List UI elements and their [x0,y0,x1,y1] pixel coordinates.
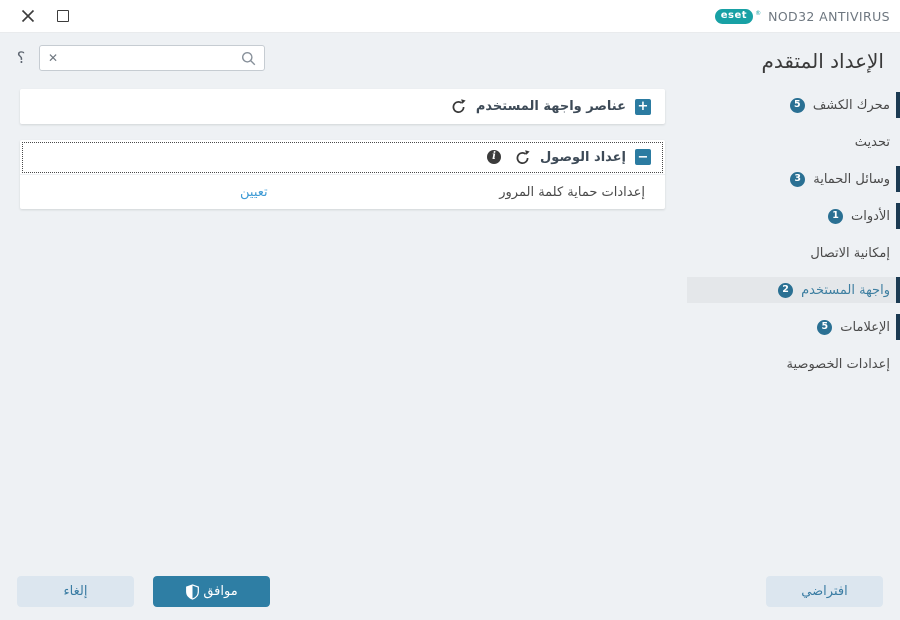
sidebar-item-notifications[interactable]: الإعلامات 5 [687,314,900,340]
info-icon[interactable]: i [487,150,502,164]
ok-button[interactable]: موافق [153,576,270,607]
badge: 5 [789,97,805,113]
refresh-icon[interactable] [450,98,467,115]
panel-header[interactable]: + عناصر واجهة المستخدم [20,89,665,124]
main-content: ؟ ✕ + عناصر واجهة المستخدم − إعداد الوصو… [0,33,687,620]
panel-actions [450,98,467,115]
sidebar-item-protections[interactable]: وسائل الحماية 3 [687,166,900,192]
footer-actions: موافق إلغاء [17,576,270,607]
panel-header[interactable]: − إعداد الوصول i [20,140,665,175]
accent-bar [896,203,900,229]
search-row: ؟ ✕ [0,45,687,71]
refresh-icon[interactable] [514,149,531,166]
eset-logo-pill: eset [714,8,754,24]
product-name: NOD32 ANTIVIRUS [768,8,890,24]
setting-label: إعدادات حماية كلمة المرور [499,184,645,200]
sidebar-item-tools[interactable]: الأدوات 1 [687,203,900,229]
setting-row-password-protection: إعدادات حماية كلمة المرور تعيين [20,175,665,209]
panel-title: إعداد الوصول [540,149,626,165]
sidebar-item-label: إعدادات الخصوصية [786,356,890,372]
badge: 2 [778,282,794,298]
window-controls [0,8,69,24]
search-input[interactable] [64,51,235,65]
registered-mark: ® [755,9,762,17]
close-icon[interactable] [20,8,36,24]
panel-title: عناصر واجهة المستخدم [475,99,626,114]
ok-button-label: موافق [203,584,238,599]
sidebar-item-connectivity[interactable]: إمكانية الاتصال [687,240,900,266]
sidebar-item-detection-engine[interactable]: محرك الكشف 5 [687,92,900,118]
sidebar-item-label: واجهة المستخدم [801,282,890,298]
eset-logo: eset ® NOD32 ANTIVIRUS [714,8,900,24]
sidebar-item-label: محرك الكشف [812,97,890,113]
sidebar-item-label: وسائل الحماية [813,171,890,187]
page-title: الإعداد المتقدم [761,49,884,73]
accent-bar [896,166,900,192]
sidebar-item-label: الأدوات [851,208,890,224]
panel-access-setup: − إعداد الوصول i إعدادات حماية كلمة المر… [20,140,665,209]
help-icon[interactable]: ؟ [14,50,28,66]
cancel-button[interactable]: إلغاء [17,576,134,607]
default-button[interactable]: افتراضي [766,576,883,607]
titlebar: eset ® NOD32 ANTIVIRUS [0,0,900,33]
footer: افتراضي موافق إلغاء [0,576,900,607]
sidebar-nav: محرك الكشف 5 تحديث وسائل الحماية 3 الأدو… [687,92,900,377]
search-box[interactable]: ✕ [39,45,265,71]
clear-search-icon[interactable]: ✕ [48,52,58,64]
badge: 1 [828,208,844,224]
search-icon[interactable] [241,51,256,66]
sidebar-item-label: إمكانية الاتصال [810,245,890,261]
sidebar-item-user-interface[interactable]: واجهة المستخدم 2 [687,277,900,303]
sidebar-item-update[interactable]: تحديث [687,129,900,155]
sidebar-item-label: الإعلامات [840,319,890,335]
accent-bar [896,314,900,340]
expand-icon[interactable]: + [635,98,651,115]
maximize-icon[interactable] [57,10,69,22]
sidebar-item-label: تحديث [854,134,890,150]
panel-user-interface-elements: + عناصر واجهة المستخدم [20,89,665,124]
set-password-link[interactable]: تعيين [240,185,268,200]
sidebar-item-privacy-settings[interactable]: إعدادات الخصوصية [687,351,900,377]
sidebar: الإعداد المتقدم محرك الكشف 5 تحديث وسائل… [687,33,900,620]
accent-bar [896,92,900,118]
badge: 5 [817,319,833,335]
panel-actions: i [487,149,531,166]
collapse-icon[interactable]: − [635,149,651,165]
accent-bar [896,277,900,303]
badge: 3 [790,171,806,187]
shield-icon [185,583,200,600]
